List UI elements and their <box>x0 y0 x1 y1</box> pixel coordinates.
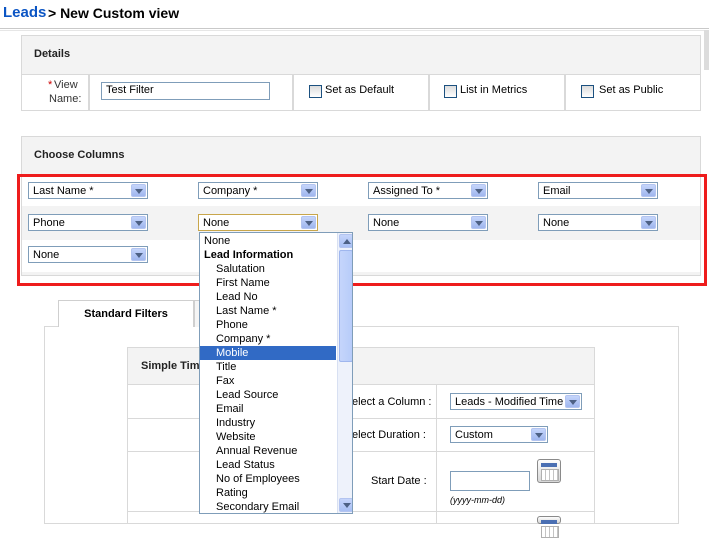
set-public-checkbox[interactable] <box>581 85 594 98</box>
calendar-icon[interactable] <box>537 516 561 538</box>
chevron-down-icon[interactable] <box>531 428 546 441</box>
header-divider-light <box>0 30 709 31</box>
chevron-down-icon[interactable] <box>565 395 580 408</box>
time-column-select-value: Leads - Modified Time <box>455 396 564 408</box>
dropdown-option[interactable]: Salutation <box>200 262 336 276</box>
page-title: > New Custom view <box>48 5 180 21</box>
duration-select[interactable]: Custom <box>450 426 548 443</box>
dropdown-option[interactable]: Mobile <box>200 346 336 360</box>
dropdown-option[interactable]: Lead Status <box>200 458 336 472</box>
list-metrics-checkbox[interactable] <box>444 85 457 98</box>
time-column-select[interactable]: Leads - Modified Time <box>450 393 582 410</box>
table-divider <box>436 385 437 524</box>
calendar-icon[interactable] <box>537 459 561 483</box>
scroll-up-icon[interactable] <box>339 234 352 248</box>
dropdown-option[interactable]: Company * <box>200 332 336 346</box>
header-divider <box>0 28 709 29</box>
dropdown-option[interactable]: No of Employees <box>200 472 336 486</box>
dropdown-group-label: Lead Information <box>204 249 294 261</box>
start-date-input[interactable] <box>450 471 530 491</box>
required-star: * <box>48 79 53 91</box>
select-column-label: elect a Column : <box>352 396 432 408</box>
list-metrics-label: List in Metrics <box>460 84 528 96</box>
details-title: Details <box>34 48 71 60</box>
simple-time-title: Simple Tim <box>141 360 200 372</box>
dropdown-option[interactable]: Industry <box>200 416 336 430</box>
date-format-hint: (yyyy-mm-dd) <box>450 495 505 505</box>
choose-columns-title: Choose Columns <box>34 149 125 161</box>
dropdown-option[interactable]: Phone <box>200 318 336 332</box>
table-row-line <box>128 418 594 419</box>
view-name-input[interactable]: Test Filter <box>101 82 270 100</box>
dropdown-option[interactable]: Last Name * <box>200 304 336 318</box>
dropdown-option[interactable]: Secondary Email <box>200 500 336 513</box>
scroll-down-icon[interactable] <box>339 498 352 512</box>
set-default-label: Set as Default <box>325 84 395 96</box>
column-dropdown-list[interactable]: None Lead Information Salutation First Name… <box>199 232 353 514</box>
dropdown-option[interactable]: Rating <box>200 486 336 500</box>
start-date-label: Start Date : <box>371 475 427 487</box>
table-row-line <box>128 511 594 512</box>
dropdown-option[interactable]: Email <box>200 402 336 416</box>
select-duration-label: elect Duration : <box>352 429 426 441</box>
dropdown-option[interactable]: Lead No <box>200 290 336 304</box>
dropdown-option[interactable]: None <box>200 234 336 248</box>
dropdown-scrollbar[interactable] <box>337 233 352 513</box>
view-name-label-2: Name: <box>49 93 82 105</box>
set-public-label: Set as Public <box>599 84 664 96</box>
page-header: Leads > New Custom view <box>0 0 709 30</box>
table-row-line <box>128 451 594 452</box>
dropdown-option[interactable]: Annual Revenue <box>200 444 336 458</box>
dropdown-option[interactable]: Lead Source <box>200 388 336 402</box>
window-edge <box>704 30 709 70</box>
dropdown-option[interactable]: Title <box>200 360 336 374</box>
dropdown-option[interactable]: Fax <box>200 374 336 388</box>
set-default-checkbox[interactable] <box>309 85 322 98</box>
dropdown-option[interactable]: Website <box>200 430 336 444</box>
module-link[interactable]: Leads <box>3 4 46 21</box>
tab-standard-filters[interactable]: Standard Filters <box>58 300 194 327</box>
duration-select-value: Custom <box>455 429 493 441</box>
dropdown-option[interactable]: First Name <box>200 276 336 290</box>
highlight-box <box>17 174 707 286</box>
scroll-thumb[interactable] <box>339 250 352 362</box>
tab-standard-filters-label: Standard Filters <box>84 308 168 320</box>
view-name-label: View <box>54 79 78 91</box>
